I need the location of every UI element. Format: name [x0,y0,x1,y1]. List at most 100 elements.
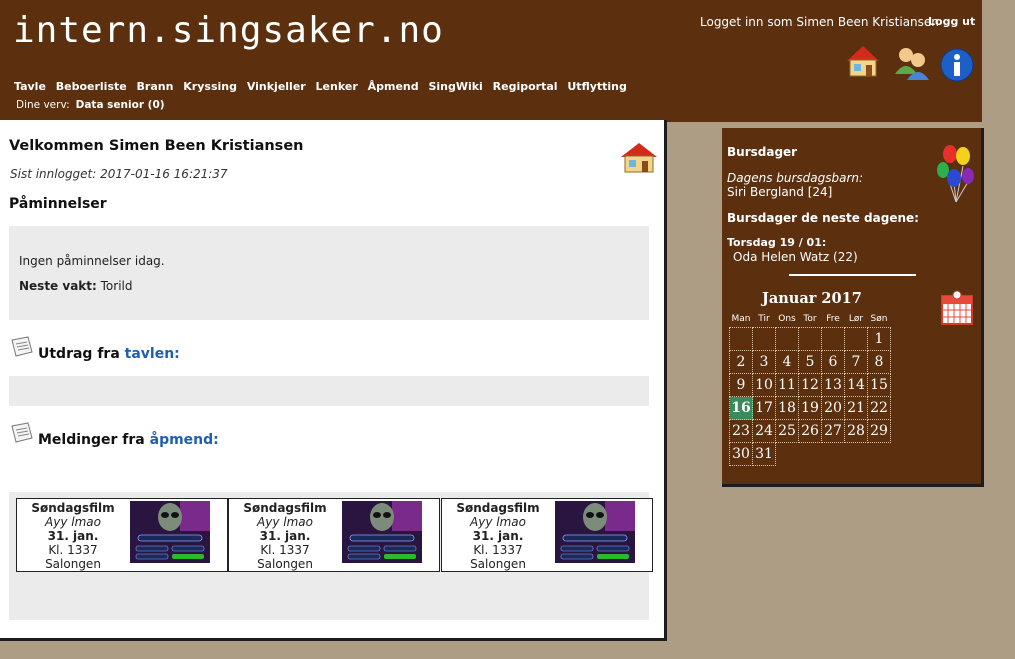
divider [789,274,916,276]
calendar-grid: Man Tir Ons Tor Fre Lør Søn 1 2 3 4 5 6 7 8 9 10 11 12 13 1… [729,311,891,466]
role-link[interactable]: Data senior (0) [76,99,165,111]
calendar-day[interactable]: 30 [729,442,753,466]
nav-item-apmend[interactable]: Åpmend [368,80,419,93]
calendar-day[interactable]: 31 [752,442,776,466]
balloons-icon [937,145,974,203]
calendar-day[interactable]: 14 [844,373,868,397]
calendar-day[interactable]: 6 [821,350,845,374]
no-reminders-text: Ingen påminnelser idag. [19,254,165,268]
calendar-empty-cell [868,443,891,466]
upcoming-birthdays-heading: Bursdager de neste dagene: [727,211,919,225]
event-date: 31. jan. [47,529,99,543]
calendar-day[interactable]: 25 [775,419,799,443]
logout-link[interactable]: Logg ut [928,15,975,28]
nav-item-lenker[interactable]: Lenker [316,80,358,93]
calendar-day[interactable]: 12 [798,373,822,397]
nav-item-kryssing[interactable]: Kryssing [183,80,237,93]
today-birthday-name: Siri Bergland [24] [727,185,833,199]
event-time: Kl. 1337 [473,543,523,557]
nav-item-utflytting[interactable]: Utflytting [567,80,627,93]
nav-item-singwiki[interactable]: SingWiki [428,80,482,93]
weekday-header: Tir [758,314,770,324]
calendar-day[interactable]: 28 [844,419,868,443]
board-heading-prefix: Utdrag fra [38,346,120,362]
calendar-day[interactable]: 2 [729,350,753,374]
calendar-icon[interactable] [940,290,974,326]
calendar-day[interactable]: 9 [729,373,753,397]
calendar-day[interactable]: 13 [821,373,845,397]
upcoming-day: Torsdag 19 / 01: [727,236,827,249]
event-place: Salongen [257,557,313,571]
nav-item-vinkjeller[interactable]: Vinkjeller [247,80,306,93]
calendar-empty-cell [799,443,822,466]
event-time: Kl. 1337 [260,543,310,557]
next-shift: Neste vakt: Torild [19,279,133,293]
calendar-empty-cell [845,443,868,466]
messages-heading: Meldinger fra åpmend: [38,432,219,448]
calendar-day[interactable]: 19 [798,396,822,420]
next-shift-label: Neste vakt: [19,279,97,293]
calendar-day[interactable]: 5 [798,350,822,374]
event-subtitle: Ayy lmao [470,515,526,529]
users-icon[interactable] [893,44,931,82]
calendar-week: 16 17 18 19 20 21 22 [729,396,891,420]
next-shift-value: Torild [100,279,133,293]
newspaper-icon [11,336,33,357]
info-icon[interactable] [940,48,974,82]
calendar-empty-cell [822,443,845,466]
calendar-day[interactable]: 1 [867,327,891,351]
calendar-day[interactable]: 22 [867,396,891,420]
upcoming-person: Oda Helen Watz (22) [733,250,858,264]
calendar-day[interactable]: 4 [775,350,799,374]
nav-item-regiportal[interactable]: Regiportal [493,80,558,93]
event-image [342,501,422,563]
board-link[interactable]: tavlen: [125,346,180,362]
calendar-week: 30 31 [729,442,891,466]
calendar-day[interactable]: 3 [752,350,776,374]
event-place: Salongen [470,557,526,571]
nav-item-beboerliste[interactable]: Beboerliste [56,80,127,93]
calendar-day[interactable]: 17 [752,396,776,420]
messages-link[interactable]: åpmend: [150,432,219,448]
messages-heading-prefix: Meldinger fra [38,432,145,448]
weekday-header: Lør [848,314,864,324]
calendar-day[interactable]: 24 [752,419,776,443]
last-login: Sist innlogget: 2017-01-16 16:21:37 [10,167,228,181]
calendar-empty-cell [821,327,845,351]
weekday-header: Tor [803,314,817,324]
board-box [9,376,649,406]
today-birthday-label: Dagens bursdagsbarn: [727,171,864,185]
calendar-empty-cell [752,327,776,351]
event-title: Søndagsfilm [243,501,327,515]
calendar-day[interactable]: 8 [867,350,891,374]
calendar-day[interactable]: 7 [844,350,868,374]
calendar-day[interactable]: 18 [775,396,799,420]
calendar-day[interactable]: 29 [867,419,891,443]
calendar-day[interactable]: 11 [775,373,799,397]
calendar-day[interactable]: 26 [798,419,822,443]
site-logo[interactable]: intern.singsaker.no [13,10,444,51]
weekday-header: Søn [870,314,888,324]
login-info: Logget inn som Simen Been Kristiansen [700,15,939,29]
nav-item-brann[interactable]: Brann [137,80,174,93]
calendar-day[interactable]: 10 [752,373,776,397]
calendar-day[interactable]: 23 [729,419,753,443]
event-card[interactable]: Søndagsfilm Ayy lmao 31. jan. Kl. 1337 S… [16,498,228,572]
calendar-day[interactable]: 15 [867,373,891,397]
calendar-day[interactable]: 20 [821,396,845,420]
header: intern.singsaker.no Logget inn som Simen… [0,0,982,122]
nav-item-tavle[interactable]: Tavle [14,80,46,93]
calendar-day[interactable]: 27 [821,419,845,443]
event-date: 31. jan. [259,529,311,543]
event-image [555,501,635,563]
event-title: Søndagsfilm [456,501,540,515]
calendar-empty-cell [729,327,753,351]
board-heading: Utdrag fra tavlen: [38,346,180,362]
event-card[interactable]: Søndagsfilm Ayy lmao 31. jan. Kl. 1337 S… [228,498,440,572]
calendar-day-today[interactable]: 16 [729,396,753,420]
calendar-day[interactable]: 21 [844,396,868,420]
welcome-heading: Velkommen Simen Been Kristiansen [9,138,304,154]
event-card[interactable]: Søndagsfilm Ayy lmao 31. jan. Kl. 1337 S… [441,498,653,572]
calendar-week: 9 10 11 12 13 14 15 [729,373,891,397]
home-icon[interactable] [845,44,881,78]
